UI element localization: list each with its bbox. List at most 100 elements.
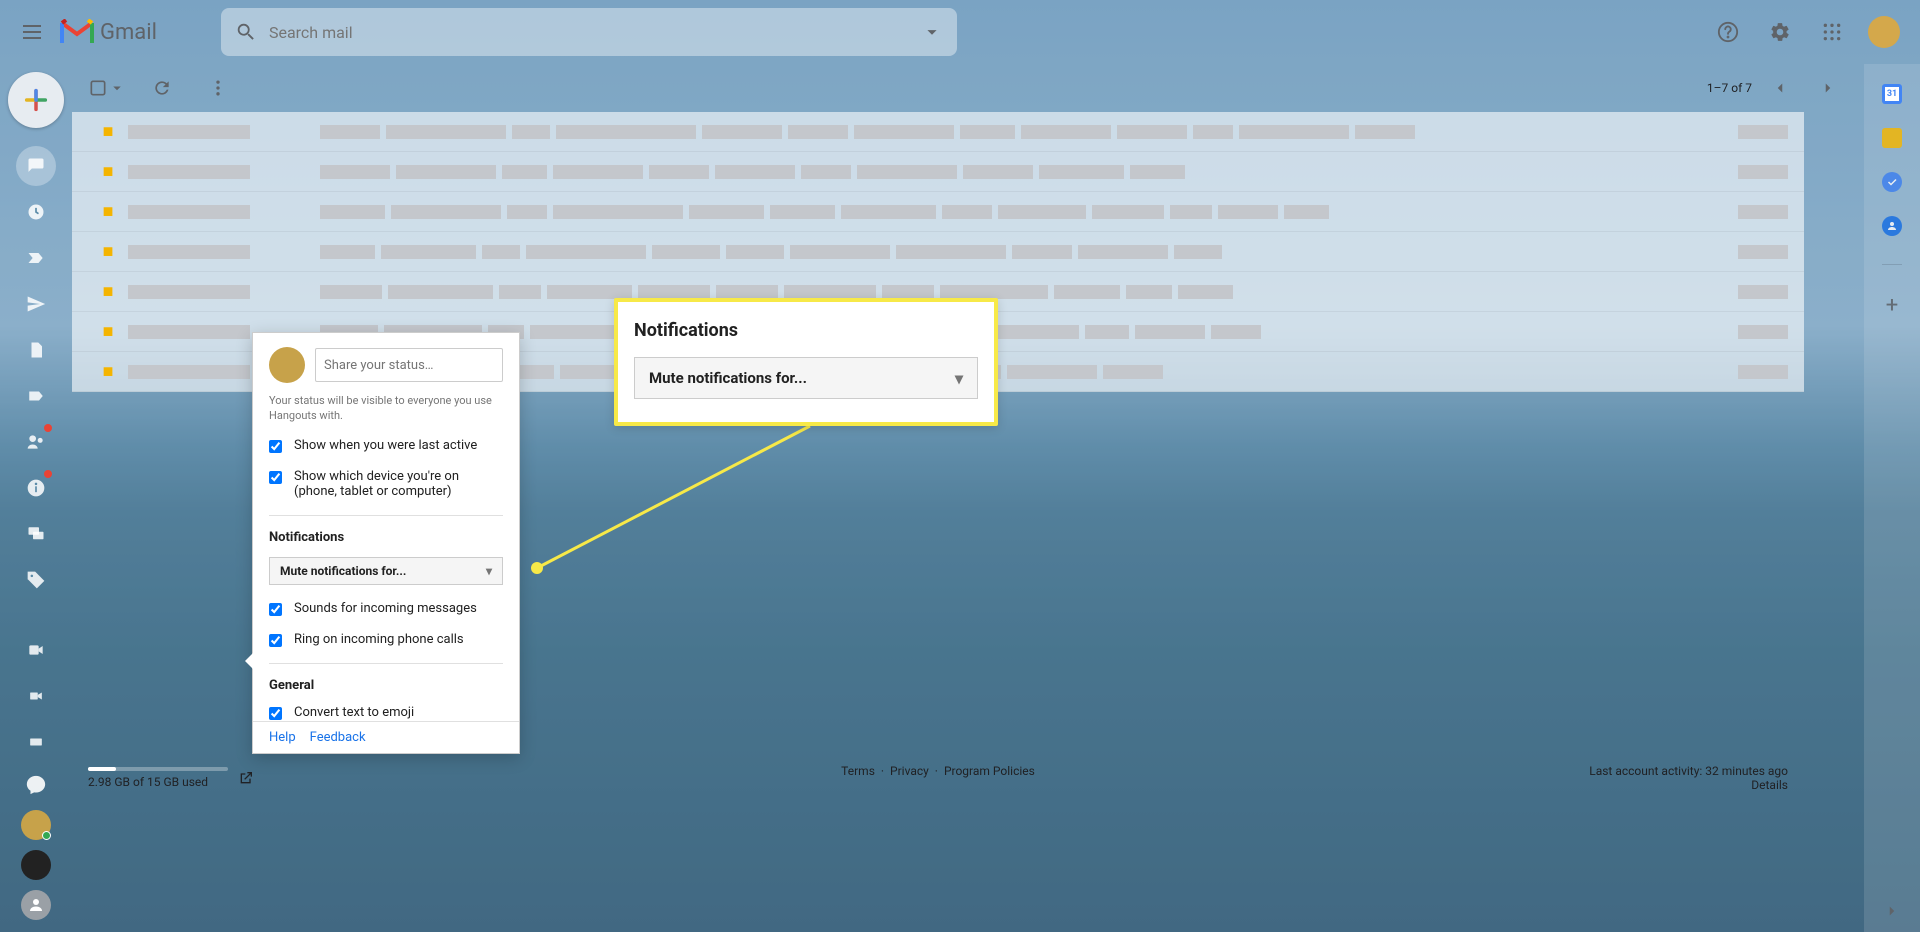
status-input[interactable] (315, 348, 503, 382)
more-button[interactable] (198, 68, 238, 108)
sender-pixelated (128, 285, 250, 299)
gmail-logo[interactable]: Gmail (60, 19, 157, 45)
compose-button[interactable] (8, 72, 64, 128)
sender-pixelated (128, 245, 250, 259)
more-vert-icon (208, 78, 228, 98)
search-input[interactable] (269, 23, 921, 42)
subject-pixelated (320, 245, 1738, 259)
contacts-addon[interactable] (1882, 216, 1902, 236)
checkbox-input[interactable] (269, 634, 282, 647)
nav-video[interactable] (16, 630, 56, 670)
main-menu-button[interactable] (8, 8, 56, 56)
refresh-button[interactable] (142, 68, 182, 108)
email-row[interactable]: ■ (72, 112, 1804, 152)
nav-chat[interactable] (16, 514, 56, 554)
apps-button[interactable] (1808, 8, 1856, 56)
hangouts-avatar-1[interactable] (21, 810, 51, 840)
nav-important[interactable] (16, 238, 56, 278)
date-pixelated (1738, 125, 1788, 139)
callout-title: Notifications (634, 320, 978, 341)
sender-pixelated (128, 325, 250, 339)
gmail-m-icon (60, 19, 94, 45)
next-page-button[interactable] (1808, 68, 1848, 108)
open-in-new-icon[interactable] (238, 770, 254, 786)
search-bar[interactable] (221, 8, 957, 56)
policies-link[interactable]: Program Policies (944, 764, 1035, 778)
star-icon[interactable]: ■ (103, 321, 114, 342)
top-bar: Gmail (0, 0, 1920, 64)
storage-text: 2.98 GB of 15 GB used (88, 775, 208, 789)
right-side-panel: 31 + (1864, 64, 1920, 932)
account-avatar[interactable] (1868, 16, 1900, 48)
settings-button[interactable] (1756, 8, 1804, 56)
star-icon[interactable]: ■ (103, 241, 114, 262)
nav-inbox[interactable] (16, 146, 56, 186)
nav-drafts[interactable] (16, 330, 56, 370)
callout-mute-dropdown[interactable]: Mute notifications for... (634, 357, 978, 399)
hamburger-icon (23, 31, 41, 33)
nav-keyboard[interactable] (16, 722, 56, 762)
star-icon[interactable]: ■ (103, 121, 114, 142)
star-icon[interactable]: ■ (103, 201, 114, 222)
hangouts-rail (21, 770, 51, 932)
date-pixelated (1738, 285, 1788, 299)
support-button[interactable] (1704, 8, 1752, 56)
sender-pixelated (128, 165, 250, 179)
status-visibility-note: Your status will be visible to everyone … (269, 393, 503, 424)
ring-incoming-checkbox[interactable]: Ring on incoming phone calls (269, 632, 503, 647)
hangouts-help-link[interactable]: Help (269, 730, 296, 745)
sounds-incoming-checkbox[interactable]: Sounds for incoming messages (269, 601, 503, 616)
checkbox-input[interactable] (269, 440, 282, 453)
callout-connector-line (500, 420, 820, 584)
details-link[interactable]: Details (1751, 778, 1788, 792)
nav-tags[interactable] (16, 560, 56, 600)
nav-meet[interactable] (16, 676, 56, 716)
subject-pixelated (320, 285, 1738, 299)
email-row[interactable]: ■ (72, 152, 1804, 192)
calendar-addon[interactable]: 31 (1882, 84, 1902, 104)
nav-sent[interactable] (16, 284, 56, 324)
show-last-active-checkbox[interactable]: Show when you were last active (269, 438, 503, 453)
hangouts-avatar-2[interactable] (21, 850, 51, 880)
notifications-callout: Notifications Mute notifications for... (614, 298, 998, 426)
terms-link[interactable]: Terms (841, 764, 875, 778)
star-icon[interactable]: ■ (103, 361, 114, 382)
side-panel-toggle[interactable] (1864, 902, 1920, 920)
hangouts-avatar-3[interactable] (21, 890, 51, 920)
chat-icon (26, 525, 46, 543)
prev-page-button[interactable] (1760, 68, 1800, 108)
get-addons-button[interactable]: + (1886, 293, 1898, 318)
sender-pixelated (128, 125, 250, 139)
search-options-icon[interactable] (921, 21, 943, 43)
tasks-addon[interactable] (1882, 172, 1902, 192)
inbox-icon (26, 156, 46, 176)
mute-notifications-dropdown[interactable]: Mute notifications for... (269, 557, 503, 585)
nav-categories[interactable] (16, 376, 56, 416)
subject-pixelated (320, 165, 1738, 179)
hangouts-button[interactable] (21, 770, 51, 800)
label-icon (26, 387, 46, 405)
checkbox-input[interactable] (269, 471, 282, 484)
star-icon[interactable]: ■ (103, 281, 114, 302)
privacy-link[interactable]: Privacy (890, 764, 929, 778)
help-icon (1717, 21, 1739, 43)
keep-addon[interactable] (1882, 128, 1902, 148)
star-icon[interactable]: ■ (103, 161, 114, 182)
nav-info[interactable] (16, 468, 56, 508)
gmail-logo-text: Gmail (100, 20, 157, 45)
checkbox-input[interactable] (269, 603, 282, 616)
show-device-checkbox[interactable]: Show which device you're on (phone, tabl… (269, 469, 503, 499)
sent-icon (26, 294, 46, 314)
convert-emoji-checkbox[interactable]: Convert text to emoji (269, 705, 503, 720)
nav-snoozed[interactable] (16, 192, 56, 232)
hangouts-feedback-link[interactable]: Feedback (310, 730, 366, 745)
sender-pixelated (128, 365, 250, 379)
subject-pixelated (320, 365, 1738, 379)
email-row[interactable]: ■ (72, 192, 1804, 232)
email-row[interactable]: ■ (72, 232, 1804, 272)
select-all-checkbox[interactable] (88, 78, 126, 98)
date-pixelated (1738, 365, 1788, 379)
nav-contacts[interactable] (16, 422, 56, 462)
checkbox-input[interactable] (269, 707, 282, 720)
people-icon (26, 432, 46, 452)
